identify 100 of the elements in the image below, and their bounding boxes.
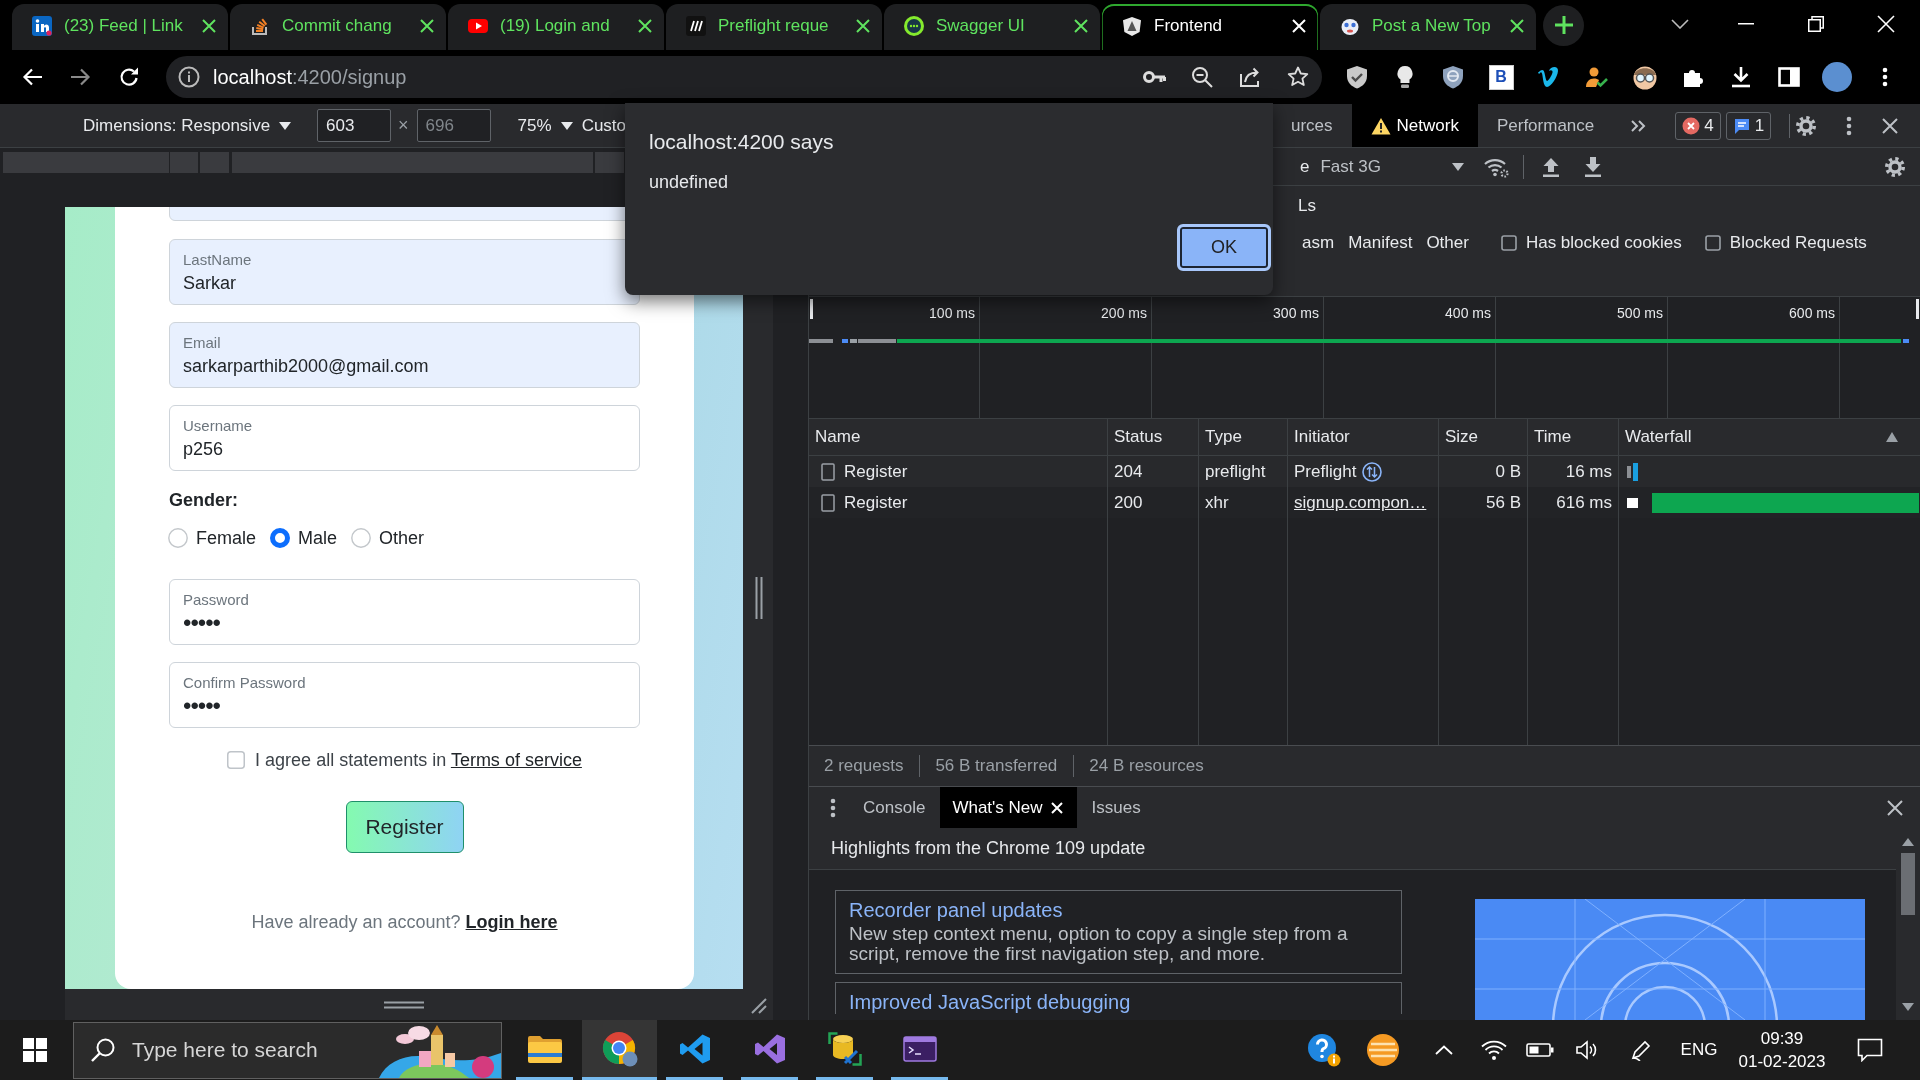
text-input[interactable]: ••••• [183, 611, 626, 635]
new-tab-button[interactable] [1543, 4, 1584, 46]
chevron-up-icon[interactable] [1435, 1045, 1453, 1055]
start-icon[interactable] [23, 1038, 47, 1062]
filter-button[interactable]: Other [1419, 232, 1476, 253]
radio-button[interactable] [351, 528, 372, 548]
striped-ball-icon[interactable] [1366, 1033, 1400, 1067]
resize-handle-icon[interactable] [384, 1000, 424, 1009]
close-icon[interactable] [1887, 799, 1903, 816]
clock-time[interactable]: 09:39 [1760, 1027, 1804, 1050]
person-check-icon[interactable] [1585, 65, 1609, 89]
browser-tab[interactable]: Swagger UI [884, 4, 1100, 50]
message-count-badge[interactable]: 1 [1725, 111, 1772, 140]
cartoon-face-icon[interactable] [1632, 64, 1658, 90]
notification-icon[interactable] [1857, 1038, 1883, 1062]
column-header[interactable]: Waterfall [1619, 419, 1920, 455]
range-handle[interactable] [810, 299, 813, 319]
ok-button[interactable]: OK [1177, 224, 1271, 271]
dimensions-select[interactable]: Dimensions: Responsive [83, 115, 292, 136]
scrollbar-thumb[interactable] [1901, 853, 1915, 915]
browser-tab[interactable]: (19) Login and [448, 4, 664, 50]
text-field[interactable]: LastName Sarkar [169, 239, 640, 305]
browser-tab[interactable]: Frontend [1102, 4, 1318, 50]
more-icon[interactable] [1882, 67, 1888, 87]
text-field[interactable]: Password ••••• [169, 579, 640, 645]
resize-handle-icon[interactable] [755, 577, 763, 619]
close-icon[interactable] [202, 18, 216, 33]
language-indicator[interactable]: ENG [1680, 1040, 1718, 1060]
column-header[interactable]: Time [1528, 419, 1619, 455]
info-icon[interactable] [177, 65, 201, 89]
filter-button[interactable]: asm [1295, 232, 1342, 253]
text-field[interactable]: Email sarkarparthib2000@gmail.com [169, 322, 640, 388]
search-input[interactable]: Type here to search [132, 1038, 379, 1062]
close-icon[interactable] [1074, 18, 1088, 33]
close-icon[interactable] [1882, 117, 1899, 134]
volume-icon[interactable] [1575, 1039, 1599, 1061]
card-title[interactable]: Improved JavaScript debugging [849, 990, 1389, 1014]
more-tabs-icon[interactable] [1630, 118, 1647, 133]
column-header[interactable]: Name [809, 419, 1108, 455]
preflight-icon[interactable] [1362, 461, 1383, 482]
login-link[interactable]: Login here [465, 912, 558, 932]
browser-tab[interactable]: Preflight reque [666, 4, 882, 50]
filter-button[interactable]: Manifest [1341, 232, 1420, 253]
battery-icon[interactable] [1526, 1043, 1554, 1057]
column-header[interactable]: Type [1199, 419, 1288, 455]
download-icon[interactable] [1584, 156, 1603, 177]
throttling-select[interactable]: Fast 3G [1320, 156, 1465, 177]
column-header[interactable]: Status [1108, 419, 1199, 455]
scroll-down-icon[interactable] [1902, 1003, 1914, 1011]
text-input[interactable]: Sarkar [183, 271, 626, 295]
checkbox[interactable] [1704, 234, 1721, 251]
avatar-icon[interactable] [1822, 62, 1852, 92]
text-field[interactable]: Confirm Password ••••• [169, 662, 640, 728]
panel-tab[interactable]: urces [1272, 104, 1352, 147]
download-icon[interactable] [1729, 65, 1753, 89]
resize-corner-icon[interactable] [749, 995, 767, 1014]
scroll-up-icon[interactable] [1902, 838, 1914, 846]
url-text[interactable]: localhost:4200/signup [213, 65, 407, 89]
upload-icon[interactable] [1542, 156, 1561, 177]
star-icon[interactable] [1286, 65, 1310, 89]
text-field[interactable]: Username p256 [169, 405, 640, 471]
drawer-tab[interactable]: Console [848, 787, 941, 828]
close-icon[interactable] [638, 18, 652, 33]
radio-button[interactable] [168, 528, 188, 548]
terms-link[interactable]: Terms of service [450, 749, 582, 770]
checkbox[interactable] [227, 751, 246, 769]
settings-icon[interactable] [1795, 114, 1818, 137]
settings-icon[interactable] [1884, 155, 1906, 178]
drawer-tab[interactable]: What's New [940, 787, 1077, 828]
help-icon[interactable] [1307, 1033, 1341, 1067]
width-input[interactable]: 603 [317, 109, 392, 142]
column-header[interactable]: Initiator [1288, 419, 1439, 455]
sidebar-icon[interactable] [1777, 65, 1801, 89]
panel-tab[interactable]: Network [1351, 104, 1478, 147]
taskbar-button[interactable] [582, 1020, 657, 1080]
request-row[interactable]: Register 204 preflight Preflight 0 B 16 ms [809, 456, 1920, 487]
restore-icon[interactable] [1808, 16, 1824, 32]
register-button[interactable]: Register [345, 801, 464, 853]
chevron-down-icon[interactable] [1671, 19, 1689, 29]
close-icon[interactable] [856, 18, 870, 33]
extension-button[interactable]: B [1488, 64, 1514, 90]
text-input[interactable]: p256 [183, 437, 626, 461]
address-bar[interactable]: localhost:4200/signup [166, 56, 1322, 98]
v-logo-icon[interactable] [1537, 65, 1561, 89]
range-handle[interactable] [1916, 299, 1919, 319]
pen-icon[interactable] [1630, 1039, 1652, 1061]
browser-tab[interactable]: Commit chang [230, 4, 446, 50]
browser-tab[interactable]: Post a New Top [1320, 4, 1536, 50]
close-icon[interactable] [420, 18, 434, 33]
shield-check-icon[interactable] [1345, 65, 1369, 89]
text-input[interactable]: sarkarparthib2000@gmail.com [183, 354, 626, 378]
height-input[interactable]: 696 [416, 109, 491, 142]
column-header[interactable]: Size [1439, 419, 1528, 455]
shield-globe-icon[interactable] [1441, 65, 1465, 89]
more-icon[interactable] [1846, 115, 1853, 136]
reload-icon[interactable] [117, 65, 141, 89]
drawer-tab[interactable]: Issues [1076, 787, 1156, 828]
share-icon[interactable] [1238, 65, 1262, 89]
minimize-icon[interactable] [1738, 23, 1754, 25]
text-input[interactable]: ••••• [183, 694, 626, 718]
